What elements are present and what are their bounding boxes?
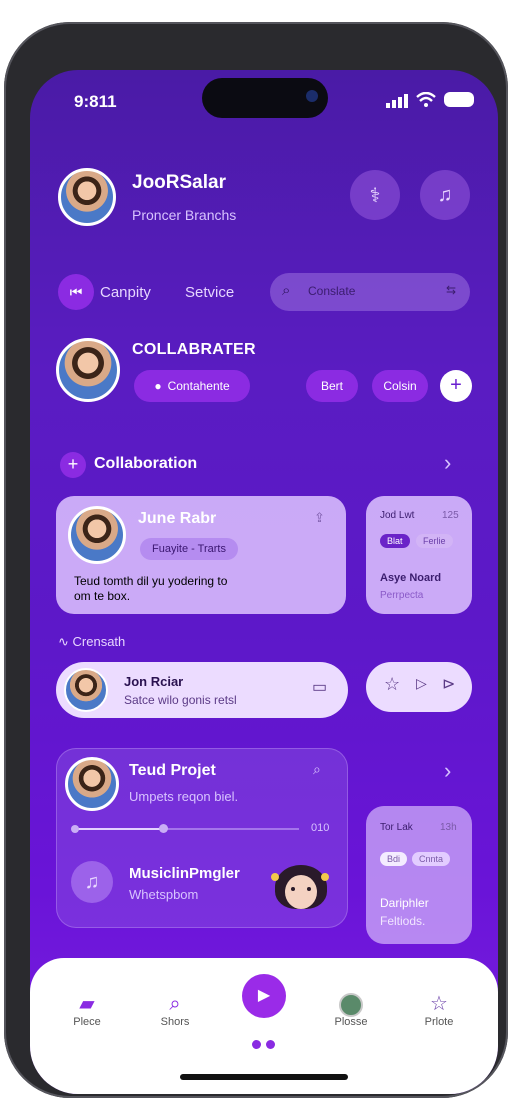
side3-chip-2[interactable]: Cnnta — [412, 852, 451, 866]
star-outline-icon[interactable]: ☆ — [384, 674, 400, 695]
side3-title: Tor Lak — [380, 822, 413, 833]
home-indicator[interactable] — [180, 1074, 348, 1080]
side3-name: Dariphler — [380, 896, 429, 910]
tab-setvice[interactable]: Setvice — [185, 284, 234, 301]
convo-message: Satce wilo gonis retsl — [124, 693, 237, 707]
star-icon: ☆ — [430, 993, 448, 1015]
conversation-row[interactable]: Jon Rciar Satce wilo gonis retsl ▭ — [56, 662, 348, 718]
nav-item-shors[interactable]: ⌕ Shors — [140, 992, 210, 1028]
progress-start-dot — [71, 825, 79, 833]
media-controls: ☆ ▷ ⊳ — [366, 662, 472, 712]
card-share-icon[interactable]: ⇪ — [314, 510, 325, 526]
project-card[interactable]: Teud Projet ⌕ Umpets reqon biel. 010 ♫ M… — [56, 748, 348, 928]
nav-item-plece[interactable]: ▰ Plece — [52, 992, 122, 1028]
side3-chip-1[interactable]: Bdi — [380, 852, 408, 866]
progress-fill — [73, 828, 164, 830]
nav-item-prlote[interactable]: ☆ Prlote — [404, 992, 474, 1028]
stethoscope-icon[interactable]: ⚕ — [350, 170, 400, 220]
project-subtitle: Umpets reqon biel. — [129, 789, 239, 804]
shopping-bag-icon: ▰ — [79, 993, 95, 1015]
search-input[interactable]: Conslate — [308, 284, 355, 298]
add-collaboration-button[interactable]: + — [60, 452, 86, 478]
page-dot — [266, 1040, 275, 1049]
project-search-icon[interactable]: ⌕ — [313, 761, 321, 778]
collab-avatar[interactable] — [56, 338, 120, 402]
card-name: June Rabr — [138, 510, 217, 527]
card-avatar — [68, 506, 126, 564]
nav-label: Plece — [73, 1016, 101, 1028]
search-bar[interactable]: ⌕ Conslate ⇆ — [270, 273, 470, 311]
nav-item-plosse[interactable]: Plosse — [316, 992, 386, 1028]
bert-button[interactable]: Bert — [306, 370, 358, 402]
message-icon[interactable]: ▭ — [312, 677, 327, 697]
collab-card-june[interactable]: June Rabr ⇪ Fuayite - Trarts Teud tomth … — [56, 496, 346, 614]
colsin-button[interactable]: Colsin — [372, 370, 428, 402]
phone-frame: 9:811 JooRSalar Proncer Branchs ⚕ ♫ ⏮ Ca… — [4, 22, 508, 1098]
collab-primary-label: Contahente — [167, 379, 230, 393]
progress-knob[interactable] — [159, 824, 169, 833]
track-subtitle: Whetspbom — [129, 887, 199, 902]
profile-name: JooRSalar — [132, 172, 226, 193]
convo-label: ∿ Crensath — [58, 634, 126, 649]
status-time: 9:811 — [74, 92, 117, 111]
profile-avatar[interactable] — [58, 168, 116, 226]
card-description: Teud tomth dil yu yodering to om te box. — [74, 574, 228, 603]
side-card-sub: Perrpecta — [380, 590, 424, 601]
profile-subtitle: Proncer Branchs — [132, 207, 237, 223]
project-avatar — [65, 757, 119, 811]
bottom-nav: ▰ Plece ⌕ Shors ▶ Plosse ☆ Prlote — [30, 958, 498, 1094]
project-arrow-icon[interactable]: › — [444, 758, 451, 784]
section-title: Collaboration — [94, 455, 198, 472]
app-screen: 9:811 JooRSalar Proncer Branchs ⚕ ♫ ⏮ Ca… — [30, 70, 498, 1094]
tab-canpity[interactable]: Canpity — [100, 284, 151, 301]
page-dot — [252, 1040, 261, 1049]
search-icon: ⌕ — [282, 282, 291, 299]
side-chip-1[interactable]: Blat — [380, 534, 410, 548]
convo-name: Jon Rciar — [124, 674, 184, 689]
nav-label: Prlote — [424, 1016, 454, 1028]
project-side-card[interactable]: Tor Lak 13h Bdi Cnnta Dariphler Feltiods… — [366, 806, 472, 944]
wifi-icon — [416, 91, 436, 113]
add-collab-button[interactable]: + — [440, 370, 472, 402]
send-icon[interactable]: ⊳ — [442, 674, 455, 694]
progress-track[interactable] — [71, 824, 299, 833]
wave-icon: ∿ — [58, 634, 73, 649]
side3-sub: Feltiods. — [380, 914, 426, 928]
side-chip-2[interactable]: Ferlie — [416, 534, 453, 548]
camera-dot — [306, 90, 318, 102]
side-card-counter: 125 — [442, 510, 459, 521]
collab-primary-button[interactable]: ● Contahente — [134, 370, 250, 402]
track-title: MusiclinPmgler — [129, 865, 240, 882]
character-illustration — [271, 865, 331, 917]
card-tag: Fuayite - Trarts — [140, 538, 238, 560]
nav-label: Plosse — [334, 1016, 368, 1028]
search-icon: ⌕ — [169, 993, 181, 1015]
side3-counter: 13h — [440, 822, 457, 833]
collab-title: COLLABRATER — [132, 341, 256, 358]
play-outline-icon[interactable]: ▷ — [416, 675, 427, 692]
section-arrow-icon[interactable]: › — [444, 450, 451, 476]
collab-card-side[interactable]: Jod Lwt 125 Blat Ferlie Asye Noard Perrp… — [366, 496, 472, 614]
progress-time: 010 — [311, 822, 330, 834]
chat-icon: ● — [154, 379, 162, 393]
category-icon[interactable]: ⏮ — [58, 274, 94, 310]
battery-icon — [444, 92, 474, 107]
filter-icon[interactable]: ⇆ — [446, 283, 456, 297]
nav-label: Shors — [160, 1016, 190, 1028]
side-card-name: Asye Noard — [380, 572, 442, 584]
convo-avatar — [64, 668, 108, 712]
profile-icon — [316, 992, 386, 1017]
side-card-title: Jod Lwt — [380, 510, 415, 521]
project-title: Teud Projet — [129, 762, 216, 779]
signal-bars-icon — [386, 94, 408, 113]
play-icon[interactable]: ▶ — [242, 974, 286, 1018]
track-music-icon[interactable]: ♫ — [71, 861, 113, 903]
music-note-icon[interactable]: ♫ — [420, 170, 470, 220]
